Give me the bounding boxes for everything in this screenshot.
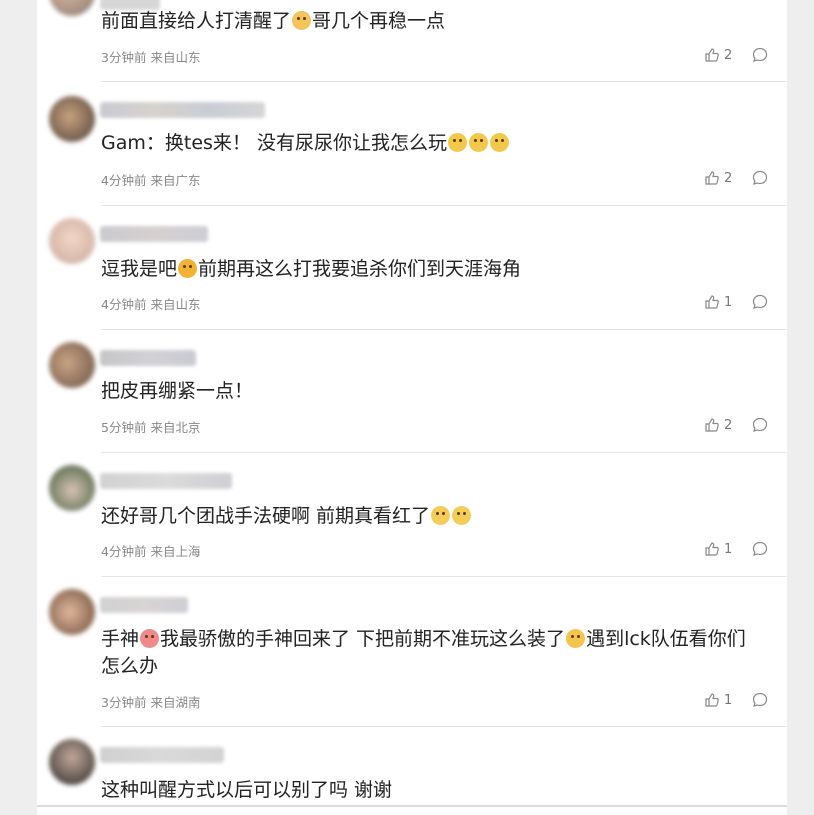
comment-text: 还好哥几个团战手法硬啊 前期真看红了 bbox=[101, 503, 781, 530]
reply-comment-icon[interactable] bbox=[751, 46, 769, 64]
avatar[interactable] bbox=[49, 739, 95, 785]
comment-meta: 4分钟前 来自上海 bbox=[101, 541, 204, 560]
like-button[interactable]: 1 bbox=[704, 541, 732, 557]
reply-comment-icon[interactable] bbox=[751, 416, 769, 434]
username-blurred[interactable] bbox=[100, 226, 208, 242]
like-button[interactable]: 2 bbox=[704, 417, 732, 433]
comment-text: 手神 我最骄傲的手神回来了 下把前期不准玩这么装了 遇到lck队伍看你们 bbox=[101, 628, 746, 650]
like-count: 1 bbox=[724, 541, 733, 557]
like-count: 1 bbox=[724, 294, 733, 310]
comment-text: 前面直接给人打清醒了 哥几个再稳一点 bbox=[101, 10, 446, 32]
comment-location: 来自山东 bbox=[150, 50, 201, 65]
like-button[interactable]: 2 bbox=[704, 170, 732, 186]
comment-list: 前面直接给人打清醒了 哥几个再稳一点 3分钟前 来自山东 2 Gam：换tes来！ … bbox=[37, 0, 787, 815]
like-button[interactable]: 1 bbox=[704, 692, 732, 708]
comment-time: 4分钟前 bbox=[101, 544, 147, 559]
username-blurred[interactable] bbox=[100, 350, 196, 366]
comment-location: 来自广东 bbox=[150, 173, 201, 188]
reply-comment-icon[interactable] bbox=[751, 169, 769, 187]
comment-meta: 4分钟前 来自山东 bbox=[101, 294, 204, 313]
crying-face-emoji bbox=[468, 133, 488, 152]
comment-time: 4分钟前 bbox=[101, 173, 147, 188]
avatar[interactable] bbox=[49, 0, 95, 16]
comment-text: Gam：换tes来！ 没有尿尿你让我怎么玩 bbox=[101, 130, 781, 157]
username-blurred[interactable] bbox=[100, 473, 232, 489]
divider bbox=[101, 452, 787, 453]
thumbs-up-icon bbox=[705, 418, 719, 432]
comment-location: 来自山东 bbox=[150, 297, 201, 312]
avatar[interactable] bbox=[49, 342, 95, 388]
comment-text: 把皮再绷紧一点！ bbox=[101, 380, 254, 402]
flushed-face-emoji bbox=[452, 506, 472, 525]
avatar[interactable] bbox=[49, 96, 95, 142]
comment-meta: 5分钟前 来自北京 bbox=[101, 417, 204, 436]
flushed-face-emoji bbox=[431, 506, 451, 525]
reply-comment-icon[interactable] bbox=[751, 293, 769, 311]
username-blurred[interactable] bbox=[100, 597, 188, 613]
comment-meta: 3分钟前 来自山东 bbox=[101, 47, 204, 66]
comment-meta: 3分钟前 来自湖南 bbox=[101, 692, 204, 711]
comment-text: 这种叫醒方式以后可以别了吗 谢谢 bbox=[101, 779, 393, 801]
divider bbox=[101, 329, 787, 330]
divider bbox=[101, 205, 787, 206]
like-count: 2 bbox=[724, 170, 733, 186]
cat-face-emoji bbox=[292, 11, 312, 30]
avatar[interactable] bbox=[49, 218, 95, 264]
comment-location: 来自上海 bbox=[150, 544, 201, 559]
username-blurred[interactable] bbox=[100, 747, 224, 763]
comment-meta: 4分钟前 来自广东 bbox=[101, 170, 204, 189]
avatar[interactable] bbox=[49, 465, 95, 511]
avatar[interactable] bbox=[49, 589, 95, 635]
comment-time: 5分钟前 bbox=[101, 420, 147, 435]
comment-location: 来自北京 bbox=[150, 420, 201, 435]
like-button[interactable]: 1 bbox=[704, 294, 732, 310]
reply-comment-icon[interactable] bbox=[751, 691, 769, 709]
like-count: 2 bbox=[724, 47, 733, 63]
divider bbox=[37, 805, 787, 807]
comment-text-line2: 怎么办 bbox=[101, 655, 159, 677]
thumbs-up-icon bbox=[705, 295, 719, 309]
divider bbox=[101, 576, 787, 577]
comment-location: 来自湖南 bbox=[150, 695, 201, 710]
divider bbox=[101, 726, 787, 727]
thumbs-up-icon bbox=[705, 48, 719, 62]
like-button[interactable]: 2 bbox=[704, 47, 732, 63]
smirk-face-emoji bbox=[566, 629, 586, 648]
thumbs-up-icon bbox=[705, 693, 719, 707]
comment-text: 逗我是吧 前期再这么打我要追杀你们到天涯海角 bbox=[101, 258, 522, 280]
username-blurred[interactable] bbox=[100, 102, 265, 118]
divider bbox=[101, 81, 787, 82]
like-count: 2 bbox=[724, 417, 733, 433]
like-count: 1 bbox=[724, 692, 733, 708]
comment-time: 3分钟前 bbox=[101, 695, 147, 710]
thumbs-up-icon bbox=[705, 171, 719, 185]
thumbs-up-icon bbox=[705, 542, 719, 556]
heart-eyes-emoji bbox=[140, 629, 160, 648]
comment-time: 3分钟前 bbox=[101, 50, 147, 65]
crying-face-emoji bbox=[489, 133, 509, 152]
crying-face-emoji bbox=[447, 133, 467, 152]
reply-comment-icon[interactable] bbox=[751, 540, 769, 558]
yum-face-emoji bbox=[178, 259, 198, 278]
comment-time: 4分钟前 bbox=[101, 297, 147, 312]
